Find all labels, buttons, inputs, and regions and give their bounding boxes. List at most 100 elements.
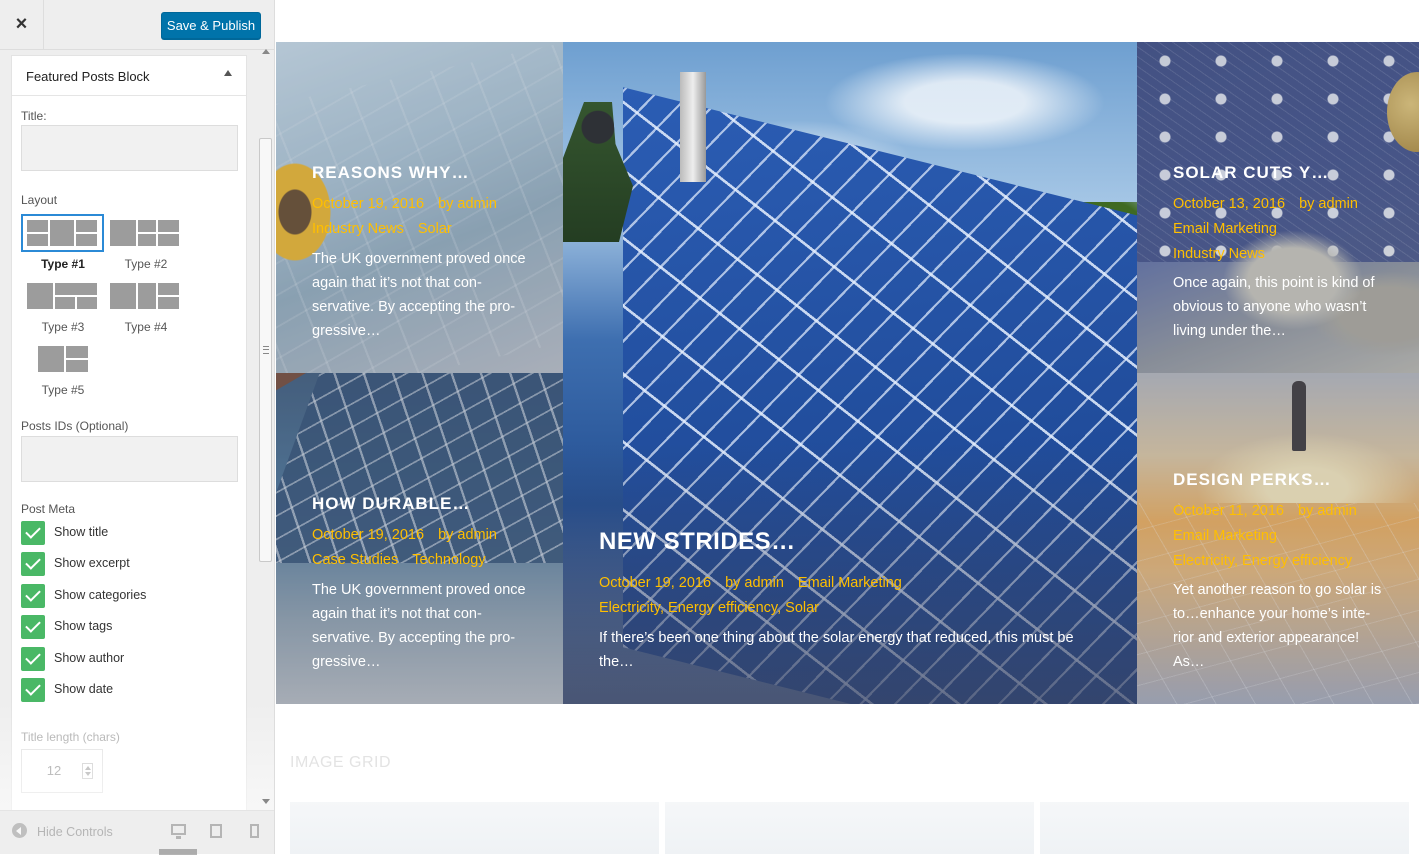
- post-category[interactable]: Case Studies: [312, 552, 398, 568]
- mobile-icon[interactable]: [250, 824, 259, 838]
- image-grid-item[interactable]: [665, 802, 1034, 854]
- checkbox-checked-icon[interactable]: [21, 678, 45, 702]
- collapse-sidebar-icon[interactable]: [12, 823, 27, 838]
- scroll-down-arrow-icon[interactable]: [262, 799, 270, 804]
- post-author[interactable]: by admin: [438, 527, 497, 543]
- featured-post-card[interactable]: REASONS WHY… October 19, 2016 by admin In…: [276, 42, 563, 373]
- featured-posts-section: Featured Posts Block Title: Layout Type …: [11, 55, 247, 810]
- post-title[interactable]: NEW STRIDES…: [599, 528, 796, 556]
- post-category[interactable]: Technology: [412, 552, 485, 568]
- hide-controls-button[interactable]: Hide Controls: [37, 825, 113, 839]
- layout-caption: Type #2: [124, 257, 168, 271]
- post-category[interactable]: Email Marketing: [1173, 528, 1277, 544]
- scrollbar-thumb[interactable]: [259, 138, 272, 562]
- stepper-value[interactable]: 12: [22, 763, 86, 778]
- layout-thumbnail: [21, 214, 104, 252]
- checkbox-checked-icon[interactable]: [21, 521, 45, 545]
- customizer-sidebar: × Save & Publish Featured Posts Block Ti…: [0, 0, 275, 855]
- post-excerpt: If there’s been one thing about the sola…: [599, 630, 1074, 670]
- checkbox-checked-icon[interactable]: [21, 552, 45, 576]
- post-author[interactable]: by admin: [438, 196, 497, 212]
- post-excerpt: The UK government proved once again that…: [312, 251, 526, 339]
- collapse-arrow-icon[interactable]: [224, 70, 232, 76]
- layout-thumbnail: [21, 277, 104, 315]
- post-title[interactable]: REASONS WHY…: [312, 163, 469, 183]
- layout-option-type-3[interactable]: Type #3: [21, 277, 105, 337]
- desktop-icon[interactable]: [171, 824, 186, 839]
- close-button[interactable]: ×: [0, 0, 44, 49]
- checkbox-label: Show tags: [54, 619, 113, 633]
- section-header[interactable]: Featured Posts Block: [12, 56, 246, 96]
- post-date[interactable]: October 19, 2016: [312, 527, 424, 543]
- post-category[interactable]: Solar: [418, 221, 452, 237]
- layout-option-type-4[interactable]: Type #4: [104, 277, 188, 337]
- post-category[interactable]: Industry News: [1173, 246, 1265, 262]
- active-device-indicator: [159, 849, 197, 855]
- post-excerpt: Once again, this point is kind of obviou…: [1173, 275, 1375, 339]
- save-publish-button[interactable]: Save & Publish: [161, 12, 261, 39]
- featured-post-card[interactable]: DESIGN PERKS… October 11, 2016 by admin E…: [1137, 373, 1419, 704]
- image-grid-item[interactable]: [1040, 802, 1409, 854]
- post-excerpt: Yet another reason to go solar is to…enh…: [1173, 582, 1382, 670]
- post-category[interactable]: Electricity, Energy efficiency, Solar: [599, 600, 819, 616]
- controls-panel: Featured Posts Block Title: Layout Type …: [0, 50, 274, 810]
- image-grid-item[interactable]: [290, 802, 659, 854]
- post-author[interactable]: by admin: [1299, 196, 1358, 212]
- post-title[interactable]: SOLAR CUTS Y…: [1173, 163, 1329, 183]
- posts-ids-input[interactable]: [21, 436, 238, 482]
- post-date[interactable]: October 11, 2016: [1173, 503, 1284, 519]
- checkbox-checked-icon[interactable]: [21, 584, 45, 608]
- featured-post-card[interactable]: HOW DURABLE… October 19, 2016 by admin Ca…: [276, 373, 563, 704]
- layout-thumbnail: [104, 277, 187, 315]
- section-title: Featured Posts Block: [26, 69, 150, 84]
- checkbox-checked-icon[interactable]: [21, 647, 45, 671]
- checkbox-label: Show title: [54, 525, 109, 539]
- title-length-stepper[interactable]: 12: [21, 749, 103, 793]
- post-date[interactable]: October 13, 2016: [1173, 196, 1285, 212]
- post-author[interactable]: by admin: [725, 575, 784, 591]
- post-meta: October 11, 2016 by admin Email Marketing…: [1173, 499, 1413, 574]
- post-category[interactable]: Electricity, Energy efficiency: [1173, 553, 1352, 569]
- layout-option-type-5[interactable]: Type #5: [21, 340, 105, 400]
- grip-icon: [263, 346, 269, 354]
- post-date[interactable]: October 19, 2016: [312, 196, 424, 212]
- layout-thumbnail: [21, 340, 104, 378]
- sidebar-scrollbar[interactable]: [259, 46, 273, 808]
- post-meta: October 19, 2016 by admin Industry News So…: [312, 192, 511, 242]
- title-label: Title:: [21, 109, 47, 123]
- post-meta: October 19, 2016 by admin Email Marketing …: [599, 571, 1119, 621]
- checkbox-label: Show author: [54, 651, 125, 665]
- layout-caption: Type #5: [41, 383, 85, 397]
- tablet-icon[interactable]: [210, 824, 222, 838]
- layout-option-type-1[interactable]: Type #1: [21, 214, 105, 274]
- title-input[interactable]: [21, 125, 238, 171]
- post-category[interactable]: Email Marketing: [798, 575, 902, 591]
- post-date[interactable]: October 19, 2016: [599, 575, 711, 591]
- post-author[interactable]: by admin: [1298, 503, 1357, 519]
- layout-caption: Type #3: [41, 320, 85, 334]
- layout-thumbnail: [104, 214, 187, 252]
- post-meta: October 13, 2016 by admin Email Marketing…: [1173, 192, 1413, 267]
- scroll-up-arrow-icon[interactable]: [262, 49, 270, 54]
- featured-post-card-large[interactable]: NEW STRIDES… October 19, 2016 by admin Ema…: [563, 42, 1137, 704]
- checkbox-checked-icon[interactable]: [21, 615, 45, 639]
- image-grid-heading: IMAGE GRID: [290, 754, 392, 771]
- sidebar-header: × Save & Publish: [0, 0, 274, 50]
- featured-posts-grid: REASONS WHY… October 19, 2016 by admin In…: [276, 42, 1419, 704]
- stepper-arrows-icon[interactable]: [82, 763, 93, 779]
- posts-ids-label: Posts IDs (Optional): [21, 419, 129, 433]
- checkbox-label: Show date: [54, 682, 114, 696]
- post-category[interactable]: Email Marketing: [1173, 221, 1277, 237]
- post-category[interactable]: Industry News: [312, 221, 404, 237]
- sidebar-footer: Hide Controls: [0, 810, 274, 855]
- layout-caption: Type #4: [124, 320, 168, 334]
- post-title[interactable]: HOW DURABLE…: [312, 494, 470, 514]
- post-image-detail: [680, 72, 706, 182]
- site-preview: REASONS WHY… October 19, 2016 by admin In…: [276, 0, 1419, 854]
- checkbox-label: Show categories: [54, 588, 147, 602]
- post-title[interactable]: DESIGN PERKS…: [1173, 470, 1331, 490]
- featured-post-card[interactable]: SOLAR CUTS Y… October 13, 2016 by admin E…: [1137, 42, 1419, 373]
- post-excerpt: The UK government proved once again that…: [312, 582, 526, 670]
- layout-option-type-2[interactable]: Type #2: [104, 214, 188, 274]
- close-icon[interactable]: ×: [16, 13, 28, 36]
